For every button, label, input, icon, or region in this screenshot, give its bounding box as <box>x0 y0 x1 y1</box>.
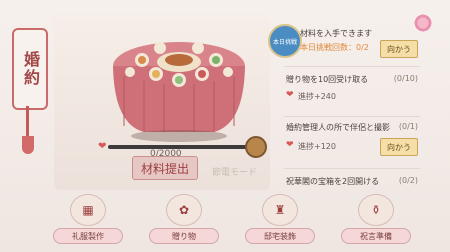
task-count: (0/10) <box>393 74 418 83</box>
toolbar-label: 礼服製作 <box>53 228 123 244</box>
feast-table-illustration <box>113 42 245 142</box>
gift-icon: ✿ <box>166 194 202 226</box>
task-list: 本日挑戦 材料を入手できます 本日挑戦回数：0/2 向かう 贈り物を10回受け取… <box>268 24 422 192</box>
task-title: 祝華閣の宝箱を2回開ける <box>286 177 380 186</box>
go-button[interactable]: 向かう <box>380 138 418 156</box>
divider <box>284 116 420 117</box>
incense-burner-icon: ♜ <box>262 194 298 226</box>
toolbar-item-gifts[interactable]: ✿ 贈り物 <box>148 194 220 246</box>
toolbar-label: 邸宅装飾 <box>245 228 315 244</box>
toolbar-item-ceremony-prep[interactable]: ⚱ 祝言準備 <box>340 194 412 246</box>
task-title: 材料を入手できます <box>300 29 372 38</box>
submit-materials-button[interactable]: 材料提出 <box>132 156 198 180</box>
sewing-table-icon: ▦ <box>70 194 106 226</box>
task-reward: 進捗+240 <box>298 92 336 101</box>
task-subtitle: 本日挑戦回数：0/2 <box>300 43 369 52</box>
daily-challenge-badge-icon: 本日挑戦 <box>268 24 302 58</box>
flower-decoration-icon <box>410 10 436 36</box>
event-banner: 婚約 <box>12 28 48 110</box>
heart-icon: ❤ <box>286 140 294 150</box>
banner-tassel <box>22 136 34 154</box>
task-item: 祝華閣の宝箱を2回開ける (0/2) <box>280 176 422 190</box>
heart-icon: ❤ <box>286 90 294 100</box>
divider <box>284 168 420 169</box>
task-item: 婚約管理人の所で伴侶と撮影 (0/1) ❤ 進捗+120 向かう <box>280 122 422 162</box>
banner-tassel-string <box>26 106 29 138</box>
power-saving-mode-label: 節電モード <box>212 168 258 178</box>
task-title: 婚約管理人の所で伴侶と撮影 <box>286 123 390 132</box>
progress-reward-icon[interactable] <box>245 136 267 158</box>
toolbar-item-formal-wear[interactable]: ▦ 礼服製作 <box>52 194 124 246</box>
divider <box>284 66 420 67</box>
toolbar-label: 贈り物 <box>149 228 219 244</box>
go-button[interactable]: 向かう <box>380 40 418 58</box>
task-item: 本日挑戦 材料を入手できます 本日挑戦回数：0/2 向かう <box>268 24 422 58</box>
task-title: 贈り物を10回受け取る <box>286 75 369 84</box>
bottom-toolbar: ▦ 礼服製作 ✿ 贈り物 ♜ 邸宅装飾 ⚱ 祝言準備 <box>52 194 412 246</box>
task-count: (0/1) <box>398 122 418 131</box>
toolbar-label: 祝言準備 <box>341 228 411 244</box>
heart-icon: ❤ <box>98 141 107 152</box>
task-reward: 進捗+120 <box>298 142 336 151</box>
task-count: (0/2) <box>398 176 418 185</box>
feast-progress-bar <box>108 145 256 149</box>
badge-label: 本日挑戦 <box>272 38 297 46</box>
toolbar-item-decor[interactable]: ♜ 邸宅装飾 <box>244 194 316 246</box>
wine-jar-icon: ⚱ <box>358 194 394 226</box>
task-item: 贈り物を10回受け取る (0/10) ❤ 進捗+240 <box>280 74 422 110</box>
